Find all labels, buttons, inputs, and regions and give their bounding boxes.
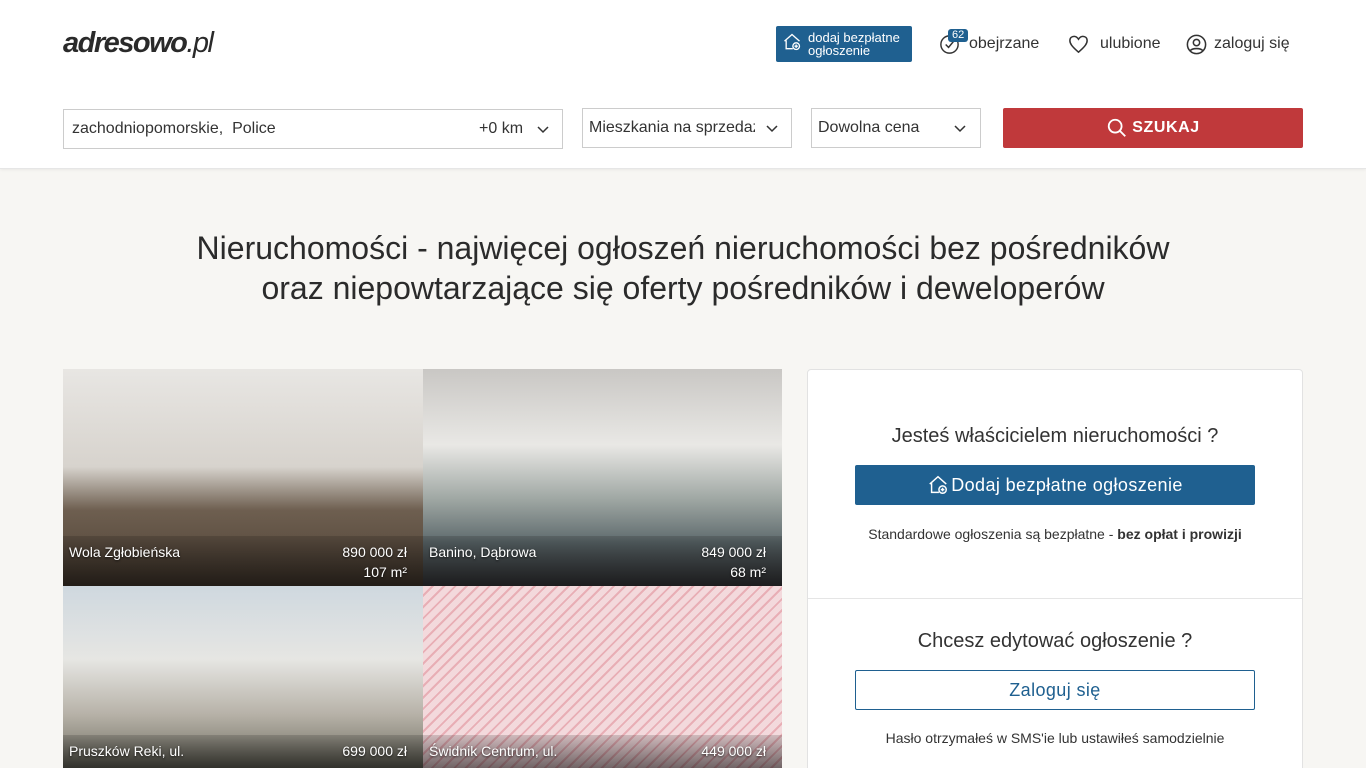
listing-location: Banino, Dąbrowa — [429, 544, 537, 560]
panel-login-button[interactable]: Zaloguj się — [855, 670, 1255, 710]
top-header: adresowo.pl dodaj bezpłatne ogłoszenie 6… — [0, 0, 1366, 169]
nav-login[interactable]: zaloguj się — [1185, 31, 1290, 57]
search-icon — [1106, 117, 1132, 139]
panel-divider — [808, 598, 1302, 599]
panel-add-listing-button[interactable]: Dodaj bezpłatne ogłoszenie — [855, 465, 1255, 505]
property-type-value: Mieszkania na sprzedaż — [589, 119, 761, 136]
nav-favorites[interactable]: ulubione — [1067, 31, 1161, 57]
price-select[interactable]: Dowolna cena — [811, 108, 981, 148]
watched-count-badge: 62 — [948, 28, 969, 42]
user-circle-icon — [1185, 33, 1216, 56]
listing-location: Pruszków Reki, ul. — [69, 743, 185, 759]
listing-location: Wola Zgłobieńska — [69, 544, 181, 560]
edit-question: Chcesz edytować ogłoszenie ? — [917, 630, 1193, 652]
location-value: zachodniopomorskie, Police — [72, 120, 276, 137]
headline-line-2: oraz niepowtarzające się oferty pośredni… — [261, 270, 1105, 306]
nav-login-label: zaloguj się — [1214, 35, 1290, 52]
nav-favorites-label: ulubione — [1100, 35, 1161, 52]
listing-tile[interactable]: Banino, Dąbrowa 849 000 zł 68 m² — [423, 369, 782, 586]
search-button-label: SZUKAJ — [1132, 119, 1200, 136]
nav-watched-label: obejrzane — [969, 35, 1040, 52]
eye-check-icon: 62 — [938, 28, 969, 56]
free-listing-note-text: Standardowe ogłoszenia są bezpłatne - — [868, 526, 1118, 542]
free-listing-note-bold: bez opłat i prowizji — [1117, 526, 1242, 542]
logo-tld: .pl — [186, 27, 214, 59]
listing-price: 449 000 zł — [701, 743, 766, 759]
add-listing-label: dodaj bezpłatne ogłoszenie — [808, 30, 900, 58]
chevron-down-icon — [766, 125, 778, 133]
heart-icon — [1067, 33, 1098, 56]
house-plus-icon — [927, 474, 951, 496]
password-note: Hasło otrzymałeś w SMS'ie lub ustawiłeś … — [885, 730, 1225, 746]
listing-caption: Świdnik Centrum, ul. 449 000 zł — [423, 735, 782, 768]
add-listing-button[interactable]: dodaj bezpłatne ogłoszenie — [776, 26, 912, 62]
listing-price: 699 000 zł — [342, 743, 407, 759]
listing-area: 68 m² — [730, 564, 766, 580]
listing-price: 849 000 zł — [701, 544, 766, 560]
property-type-select[interactable]: Mieszkania na sprzedaż — [582, 108, 792, 148]
listing-caption: Wola Zgłobieńska 890 000 zł 107 m² — [63, 536, 423, 586]
featured-listings-grid: Wola Zgłobieńska 890 000 zł 107 m² Banin… — [63, 369, 782, 768]
listing-caption: Pruszków Reki, ul. 699 000 zł — [63, 735, 423, 768]
panel-add-listing-label: Dodaj bezpłatne ogłoszenie — [951, 474, 1183, 495]
radius-select[interactable]: +0 km — [479, 120, 523, 138]
listing-price: 890 000 zł — [342, 544, 407, 560]
owner-panel: Jesteś właścicielem nieruchomości ? Doda… — [807, 369, 1303, 768]
logo-main: adresowo — [63, 27, 188, 59]
listing-caption: Banino, Dąbrowa 849 000 zł 68 m² — [423, 536, 782, 586]
listing-tile[interactable]: Wola Zgłobieńska 890 000 zł 107 m² — [63, 369, 423, 586]
location-input[interactable]: zachodniopomorskie, Police +0 km — [63, 109, 563, 149]
nav-watched[interactable]: 62 obejrzane — [938, 28, 1040, 57]
owner-question: Jesteś właścicielem nieruchomości ? — [891, 425, 1219, 447]
listing-tile[interactable]: Świdnik Centrum, ul. 449 000 zł — [423, 586, 782, 768]
free-listing-note: Standardowe ogłoszenia są bezpłatne - be… — [808, 526, 1302, 542]
listing-area: 107 m² — [363, 564, 407, 580]
chevron-down-icon — [954, 125, 966, 133]
headline-line-1: Nieruchomości - najwięcej ogłoszeń nieru… — [196, 230, 1170, 266]
listing-tile[interactable]: Pruszków Reki, ul. 699 000 zł — [63, 586, 423, 768]
chevron-down-icon — [537, 126, 549, 134]
price-value: Dowolna cena — [818, 119, 920, 136]
listing-location: Świdnik Centrum, ul. — [429, 743, 558, 759]
page-headline: Nieruchomości - najwięcej ogłoszeń nieru… — [0, 228, 1366, 308]
house-plus-icon — [782, 32, 802, 57]
site-logo[interactable]: adresowo.pl — [63, 27, 214, 60]
search-button[interactable]: SZUKAJ — [1003, 108, 1303, 148]
